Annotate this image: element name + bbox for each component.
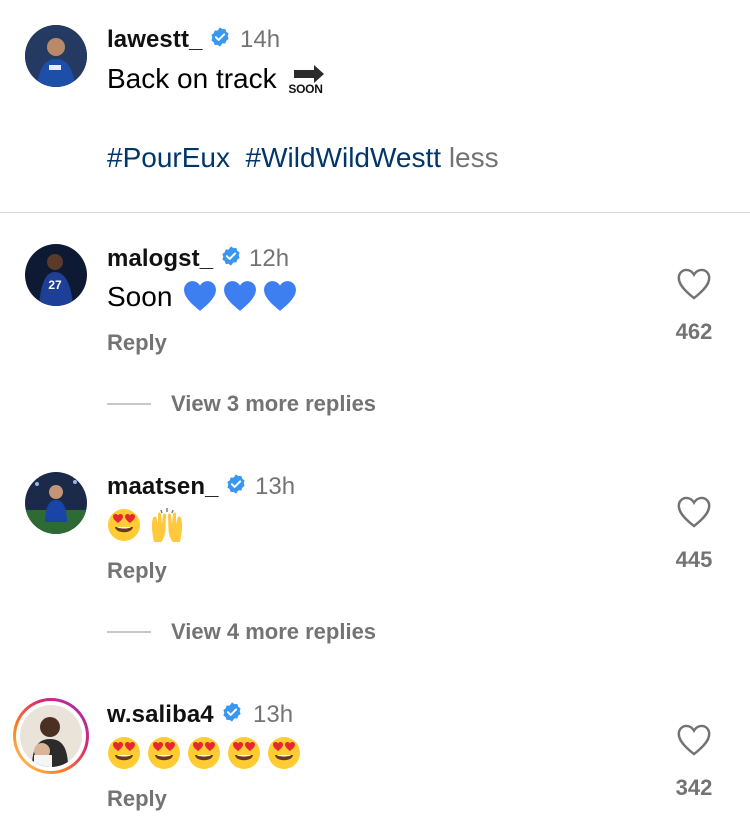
blue-heart-icon <box>224 281 256 311</box>
heart-eyes-emoji-icon <box>268 737 300 769</box>
heart-eyes-emoji-icon <box>148 737 180 769</box>
divider <box>0 212 750 213</box>
reply-button[interactable]: Reply <box>107 786 167 812</box>
caption-text: Back on track <box>107 63 277 94</box>
like-heart-icon[interactable] <box>676 723 712 759</box>
svg-text:27: 27 <box>48 278 62 292</box>
caption-time: 14h <box>240 26 281 53</box>
comment-avatar[interactable]: 27 <box>25 244 87 306</box>
blue-heart-icon <box>184 281 216 311</box>
heart-eyes-emoji-icon <box>188 737 220 769</box>
verified-badge-icon <box>220 245 242 274</box>
verified-badge-icon <box>225 473 247 502</box>
heart-eyes-emoji-icon <box>108 737 140 769</box>
soon-label: SOON <box>288 81 323 96</box>
comment-text: Soon <box>107 281 173 312</box>
raising-hands-emoji-icon <box>151 508 183 542</box>
comment-time: 13h <box>255 473 296 500</box>
like-count: 462 <box>675 319 713 344</box>
blue-heart-icon <box>264 281 296 311</box>
comment-username[interactable]: maatsen_ <box>107 473 219 500</box>
caption-avatar[interactable] <box>25 25 87 87</box>
view-more-replies-button[interactable]: View 3 more replies <box>171 391 376 417</box>
comment-time: 13h <box>253 701 294 728</box>
hashtag-link[interactable]: #WildWildWestt <box>246 142 442 173</box>
comment-avatar <box>20 705 82 767</box>
like-heart-icon[interactable] <box>676 267 712 303</box>
comment-username[interactable]: w.saliba4 <box>107 701 214 728</box>
caption-username[interactable]: lawestt_ <box>107 26 203 53</box>
verified-badge-icon <box>209 26 231 55</box>
like-count: 445 <box>675 547 713 572</box>
story-ring[interactable] <box>13 698 89 774</box>
like-count: 342 <box>675 775 713 800</box>
less-toggle[interactable]: less <box>449 142 499 173</box>
view-more-replies-button[interactable]: View 4 more replies <box>171 619 376 645</box>
more-replies-line <box>107 631 151 633</box>
heart-eyes-emoji-icon <box>108 509 140 541</box>
soon-arrow-icon: SOON <box>288 64 330 98</box>
like-heart-icon[interactable] <box>676 495 712 531</box>
comment-avatar[interactable] <box>25 472 87 534</box>
comment-time: 12h <box>249 245 290 272</box>
hashtag-link[interactable]: #PourEux <box>107 142 230 173</box>
heart-eyes-emoji-icon <box>228 737 260 769</box>
reply-button[interactable]: Reply <box>107 330 167 356</box>
comment-username[interactable]: malogst_ <box>107 245 213 272</box>
reply-button[interactable]: Reply <box>107 558 167 584</box>
verified-badge-icon <box>221 701 243 730</box>
more-replies-line <box>107 403 151 405</box>
